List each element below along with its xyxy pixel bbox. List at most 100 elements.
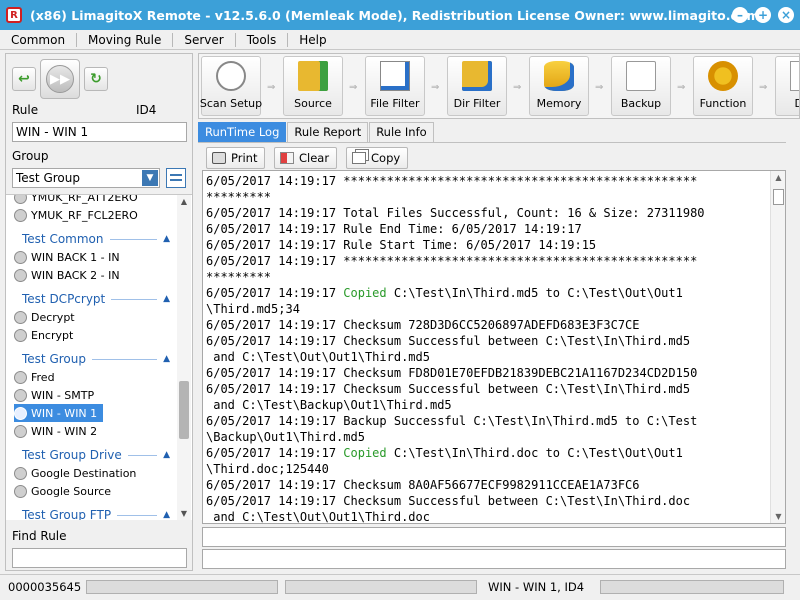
left-panel: ↩ ▶▶ ↻ Rule ID4 WIN - WIN 1 Group Test G… (5, 53, 193, 571)
rule-name-field[interactable]: WIN - WIN 1 (12, 122, 187, 142)
log-timestamp: 6/05/2017 14:19:17 (206, 494, 344, 508)
menu-help[interactable]: Help (288, 33, 337, 47)
rule-group-header[interactable]: Test DCPcrypt ▲ (22, 290, 170, 308)
log-timestamp: 6/05/2017 14:19:17 (206, 446, 344, 460)
collapse-icon[interactable]: ▲ (163, 510, 170, 520)
collapse-icon[interactable]: ▲ (163, 354, 170, 364)
rule-item[interactable]: WIN - WIN 1 (14, 404, 104, 422)
clear-button[interactable]: Clear (274, 147, 338, 169)
rule-label: Rule (12, 103, 39, 117)
minimize-icon[interactable]: – (732, 7, 748, 23)
group-divider (127, 454, 158, 456)
chevron-down-icon[interactable]: ▼ (142, 170, 158, 186)
rule-item[interactable]: Google Source (14, 482, 111, 500)
toolbar-button-source[interactable]: Source (283, 56, 343, 116)
rule-status-icon (14, 388, 27, 402)
rule-group-header[interactable]: Test Group Drive ▲ (22, 446, 170, 464)
log-message: Total Files Successful, Count: 16 & Size… (343, 206, 705, 220)
scroll-up-icon[interactable]: ▲ (771, 173, 785, 182)
tab-rule-report[interactable]: Rule Report (287, 122, 369, 142)
rule-tree[interactable]: YMUK_RF_ATT2ERO YMUK_RF_FCL2ERO Test Commo… (6, 194, 192, 520)
rule-item[interactable]: WIN BACK 2 - IN (14, 266, 120, 284)
rule-tree-scrollbar[interactable]: ▲ ▼ (177, 195, 191, 520)
toolbar-button-file-filter[interactable]: File Filter (365, 56, 425, 116)
log-line: 6/05/2017 14:19:17 Checksum 728D3D6CC520… (206, 317, 705, 333)
menu-server[interactable]: Server (173, 32, 236, 47)
log-message: Copied (343, 286, 387, 300)
group-select-value: Test Group (16, 171, 80, 185)
log-line: 6/05/2017 14:19:17 Checksum Successful b… (206, 381, 705, 397)
close-icon[interactable]: × (778, 7, 794, 23)
rule-group-header[interactable]: Test Group FTP ▲ (22, 506, 170, 520)
rule-status-icon (14, 310, 27, 324)
rule-item[interactable]: YMUK_RF_FCL2ERO (14, 206, 138, 224)
scroll-down-icon[interactable]: ▼ (771, 512, 785, 521)
copy-button[interactable]: Copy (346, 147, 409, 169)
log-timestamp: 6/05/2017 14:19:17 (206, 238, 344, 252)
rule-item-label: Fred (31, 370, 55, 384)
scroll-up-icon[interactable]: ▲ (177, 195, 191, 209)
log-timestamp: 6/05/2017 14:19:17 (206, 382, 344, 396)
runtime-log[interactable]: 6/05/2017 14:19:17 *********************… (202, 170, 786, 524)
rule-group-header[interactable]: Test Group ▲ (22, 350, 170, 368)
toolbar-button-dir-filter[interactable]: Dir Filter (447, 56, 507, 116)
rule-id: ID4 (136, 103, 157, 117)
toolbar-button-function[interactable]: Function (693, 56, 753, 116)
app-icon[interactable]: R (6, 7, 22, 23)
run-rule-button[interactable]: ▶▶ (40, 59, 80, 99)
log-scroll-thumb[interactable] (773, 189, 784, 205)
rule-item[interactable]: Google Destination (14, 464, 136, 482)
collapse-icon[interactable]: ▲ (163, 294, 170, 304)
flow-arrow-icon: ⇒ (349, 82, 358, 93)
previous-rule-icon[interactable]: ↩ (12, 67, 36, 91)
tab-rule-info[interactable]: Rule Info (369, 122, 434, 142)
log-scrollbar[interactable]: ▲ ▼ (770, 171, 785, 523)
log-lines: 6/05/2017 14:19:17 *********************… (206, 173, 705, 523)
scroll-thumb[interactable] (179, 381, 189, 439)
toolbar-button-memory[interactable]: Memory (529, 56, 589, 116)
dir-filter-icon (462, 61, 492, 91)
rule-item[interactable]: WIN BACK 1 - IN (14, 248, 120, 266)
menu-common[interactable]: Common (0, 32, 78, 47)
backup-document-icon (626, 61, 656, 91)
rule-group-header[interactable]: Test Common ▲ (22, 230, 170, 248)
log-message-detail: C:\Test\In\Third.md5 to C:\Test\Out\Out1 (386, 286, 683, 300)
rule-item[interactable]: Decrypt (14, 308, 75, 326)
collapse-icon[interactable]: ▲ (163, 450, 170, 460)
toolbar-button-label: Backup (620, 97, 662, 110)
log-message: ****************************************… (343, 254, 698, 268)
rule-item[interactable]: Encrypt (14, 326, 73, 344)
toolbar-button-label: Scan Setup (199, 97, 263, 110)
rule-item[interactable]: YMUK_RF_ATT2ERO (14, 195, 138, 206)
window-controls: – + × (732, 7, 794, 23)
rule-item-label: WIN - SMTP (31, 388, 95, 402)
group-select[interactable]: Test Group ▼ (12, 168, 160, 188)
scroll-down-icon[interactable]: ▼ (177, 507, 191, 520)
toolbar-button-scan-setup[interactable]: Scan Setup (199, 56, 263, 116)
menu-moving-rule[interactable]: Moving Rule (77, 32, 174, 47)
group-divider (111, 298, 158, 300)
refresh-rule-icon[interactable]: ↻ (84, 67, 108, 91)
toolbar-button-backup[interactable]: Backup (611, 56, 671, 116)
rule-navigation: ↩ ▶▶ ↻ (12, 58, 108, 100)
log-line: 6/05/2017 14:19:17 *********************… (206, 253, 705, 269)
log-message: \Third.md5;34 (206, 302, 300, 316)
flow-arrow-icon: ⇒ (595, 82, 604, 93)
log-line: and C:\Test\Out\Out1\Third.doc (206, 509, 705, 523)
maximize-icon[interactable]: + (755, 7, 771, 23)
rule-item[interactable]: WIN - WIN 2 (14, 422, 97, 440)
print-button[interactable]: Print (206, 147, 266, 169)
menu-tools[interactable]: Tools (236, 32, 289, 47)
collapse-icon[interactable]: ▲ (163, 234, 170, 244)
toolbar-button-des[interactable]: Des (775, 56, 799, 116)
log-line: 6/05/2017 14:19:17 Rule Start Time: 6/05… (206, 237, 705, 253)
log-line: \Third.md5;34 (206, 301, 705, 317)
find-rule-input[interactable] (12, 548, 187, 568)
log-line: 6/05/2017 14:19:17 Checksum Successful b… (206, 493, 705, 509)
group-list-icon[interactable] (166, 168, 186, 188)
tab-runtime-log[interactable]: RunTime Log (198, 122, 287, 142)
log-timestamp: 6/05/2017 14:19:17 (206, 286, 344, 300)
rule-item[interactable]: WIN - SMTP (14, 386, 94, 404)
log-message: and C:\Test\Out\Out1\Third.md5 (206, 350, 430, 364)
rule-item[interactable]: Fred (14, 368, 55, 386)
